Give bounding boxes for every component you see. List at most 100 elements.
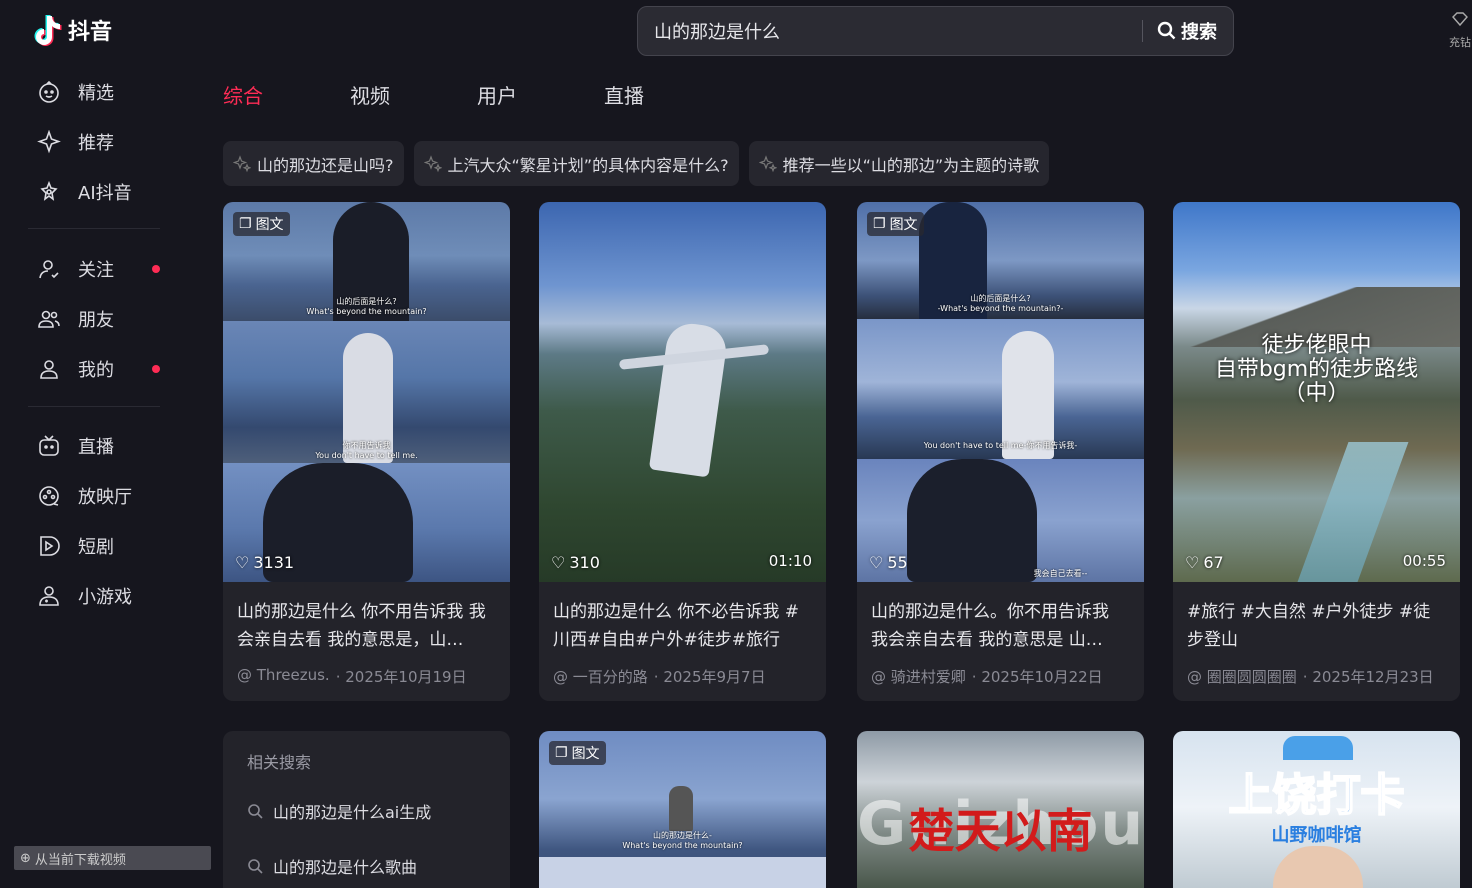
sidebar-item-label: 朋友 xyxy=(78,310,114,331)
douyin-logo-icon xyxy=(34,15,62,46)
download-toolbar[interactable]: ⊕ 从当前下载视频 xyxy=(14,846,211,870)
drama-icon xyxy=(36,533,62,559)
sidebar-item-follow[interactable]: 关注 xyxy=(36,251,160,287)
related-search-item[interactable]: 山的那边是什么ai生成 xyxy=(247,793,486,828)
card-description: 山的那边是什么 你不用告诉我 我会亲自去看 我的意思是，山… xyxy=(237,602,486,650)
live-icon xyxy=(36,433,62,459)
river-shape xyxy=(1297,442,1409,582)
tab-all[interactable]: 综合 xyxy=(223,80,350,109)
tab-user[interactable]: 用户 xyxy=(477,80,604,109)
profile-icon xyxy=(36,356,62,382)
follow-icon xyxy=(36,256,62,282)
person-silhouette xyxy=(907,459,1037,582)
card-description: #旅行 #大自然 #户外徒步 #徒步登山 xyxy=(1187,602,1431,650)
sidebar-item-friends[interactable]: 朋友 xyxy=(36,301,114,337)
sidebar-item-featured[interactable]: 精选 xyxy=(36,74,114,110)
related-search-item[interactable]: 山的那边是什么歌曲 xyxy=(247,848,486,883)
sidebar-item-label: 推荐 xyxy=(78,133,114,154)
sidebar-item-label: 我的 xyxy=(78,360,114,381)
image-post-icon: ❐ xyxy=(873,216,886,232)
sidebar-item-recommend[interactable]: 推荐 xyxy=(36,124,114,160)
result-card[interactable]: 徒步佬眼中 自带bgm的徒步路线 （中） ♡ 67 00:55 #旅行 #大自然 … xyxy=(1173,202,1460,701)
overlay-text: （中） xyxy=(1283,381,1350,406)
sidebar-item-profile[interactable]: 我的 xyxy=(36,351,160,387)
image-caption: You don't have to tell me-你不用告诉我- xyxy=(923,441,1078,450)
download-icon: ⊕ xyxy=(20,850,31,866)
sidebar-item-live[interactable]: 直播 xyxy=(36,428,114,464)
card-author[interactable]: @ Threezus. xyxy=(237,666,330,687)
result-card[interactable]: 山的后面是什么? What's beyond the mountain? 你不用… xyxy=(223,202,510,701)
download-label: 从当前下载视频 xyxy=(34,852,126,868)
card-thumbnail: ♡ 310 01:10 xyxy=(539,202,826,582)
featured-icon xyxy=(36,79,62,105)
search-button-label: 搜索 xyxy=(1181,22,1217,43)
tab-video[interactable]: 视频 xyxy=(350,80,477,109)
image-post-tag: ❐ 图文 xyxy=(549,741,606,765)
suggestion-text: 推荐一些以“山的那边”为主题的诗歌 xyxy=(782,155,1040,175)
search-icon xyxy=(1157,21,1176,40)
thumbnail-panel: 你不用告诉我 You don't have to tell me. xyxy=(223,321,510,463)
card-meta: @ 骑进村爱卿 · 2025年10月22日 xyxy=(857,658,1144,687)
douyin-logo[interactable]: 抖音 xyxy=(34,14,112,46)
sidebar-item-label: AI抖音 xyxy=(78,183,132,204)
card-author[interactable]: @ 骑进村爱卿 xyxy=(871,666,966,687)
diamond-icon xyxy=(1452,12,1468,27)
search-button[interactable]: 搜索 xyxy=(1143,18,1233,44)
thumbnail-panel xyxy=(539,857,826,888)
overlay-text: 楚天以南 xyxy=(908,804,1093,858)
sidebar-item-drama[interactable]: 短剧 xyxy=(36,528,114,564)
sidebar-item-label: 关注 xyxy=(78,260,114,281)
overlay-subtext: 山野咖啡馆 xyxy=(1271,825,1362,846)
card-meta: @ Threezus. · 2025年10月19日 xyxy=(223,658,510,687)
recommend-icon xyxy=(36,129,62,155)
card-description: 山的那边是什么。你不用告诉我 我会亲自去看 我的意思是 山… xyxy=(871,602,1109,650)
image-caption: 我会自己去看-- xyxy=(1033,569,1088,578)
sidebar-item-cinema[interactable]: 放映厅 xyxy=(36,478,132,514)
sidebar-item-ai[interactable]: AI抖音 xyxy=(36,174,132,210)
suggestion-chip[interactable]: 推荐一些以“山的那边”为主题的诗歌 xyxy=(748,141,1050,186)
related-searches: 相关搜索 山的那边是什么ai生成 山的那边是什么歌曲 xyxy=(223,731,510,888)
game-icon xyxy=(36,583,62,609)
card-date: · 2025年10月22日 xyxy=(971,668,1103,686)
suggestion-chip[interactable]: 山的那边还是山吗? xyxy=(223,141,404,186)
image-caption: 你不用告诉我 xyxy=(342,441,391,450)
suggestion-text: 上汽大众“繁星计划”的具体内容是什么? xyxy=(447,155,729,175)
ai-sparkle-icon xyxy=(233,154,251,172)
overlay-text: 徒步佬眼中 xyxy=(1261,333,1372,358)
card-author[interactable]: @ 一百分的路 xyxy=(553,666,648,687)
result-card[interactable]: ♡ 310 01:10 山的那边是什么 你不必告诉我 #川西#自由#户外#徒步#旅… xyxy=(539,202,826,701)
image-caption: You don't have to tell me. xyxy=(315,451,418,460)
search-input[interactable] xyxy=(638,20,1142,42)
result-tabs: 综合 视频 用户 直播 xyxy=(223,80,731,109)
result-card[interactable]: 山的后面是什么? -What's beyond the mountain?- Y… xyxy=(857,202,1144,701)
suggestion-chip[interactable]: 上汽大众“繁星计划”的具体内容是什么? xyxy=(413,141,739,186)
related-title: 相关搜索 xyxy=(247,753,312,772)
ai-icon xyxy=(36,179,62,205)
recharge-button[interactable]: 充钻 xyxy=(1448,10,1472,52)
card-date: · 2025年12月23日 xyxy=(1302,668,1434,686)
search-icon xyxy=(248,858,263,874)
sidebar: 抖音 精选 推荐 AI抖音 关注 朋友 我的 直播 放映厅 短剧 小游戏 xyxy=(0,0,200,888)
video-duration: 00:55 xyxy=(1402,552,1446,570)
sidebar-item-label: 小游戏 xyxy=(78,587,132,608)
animal-silhouette xyxy=(669,786,693,831)
sidebar-item-game[interactable]: 小游戏 xyxy=(36,578,132,614)
cloud-shape xyxy=(1283,736,1353,760)
result-card[interactable]: 上饶打卡 山野咖啡馆 xyxy=(1173,731,1460,888)
card-meta: @ 一百分的路 · 2025年9月7日 xyxy=(539,658,826,687)
card-date: · 2025年10月19日 xyxy=(335,668,467,686)
like-count: ♡ 3131 xyxy=(235,553,295,572)
person-silhouette xyxy=(1273,846,1363,888)
heart-icon: ♡ xyxy=(869,553,884,572)
recharge-label: 充钻 xyxy=(1449,36,1471,49)
card-date: · 2025年9月7日 xyxy=(653,668,766,686)
sidebar-divider xyxy=(28,406,160,407)
thumbnail-panel: You don't have to tell me-你不用告诉我- xyxy=(857,319,1144,459)
result-card[interactable]: Guizhou 楚天以南 xyxy=(857,731,1144,888)
cinema-icon xyxy=(36,483,62,509)
card-author[interactable]: @ 圈圈圆圆圈圈 xyxy=(1187,666,1297,687)
result-card[interactable]: 山的那边是什么- What's beyond the mountain? ❐ 图文 xyxy=(539,731,826,888)
overlay-text: 上饶打卡 xyxy=(1228,769,1406,822)
tab-live[interactable]: 直播 xyxy=(604,80,731,109)
like-count: ♡ 310 xyxy=(551,553,600,572)
